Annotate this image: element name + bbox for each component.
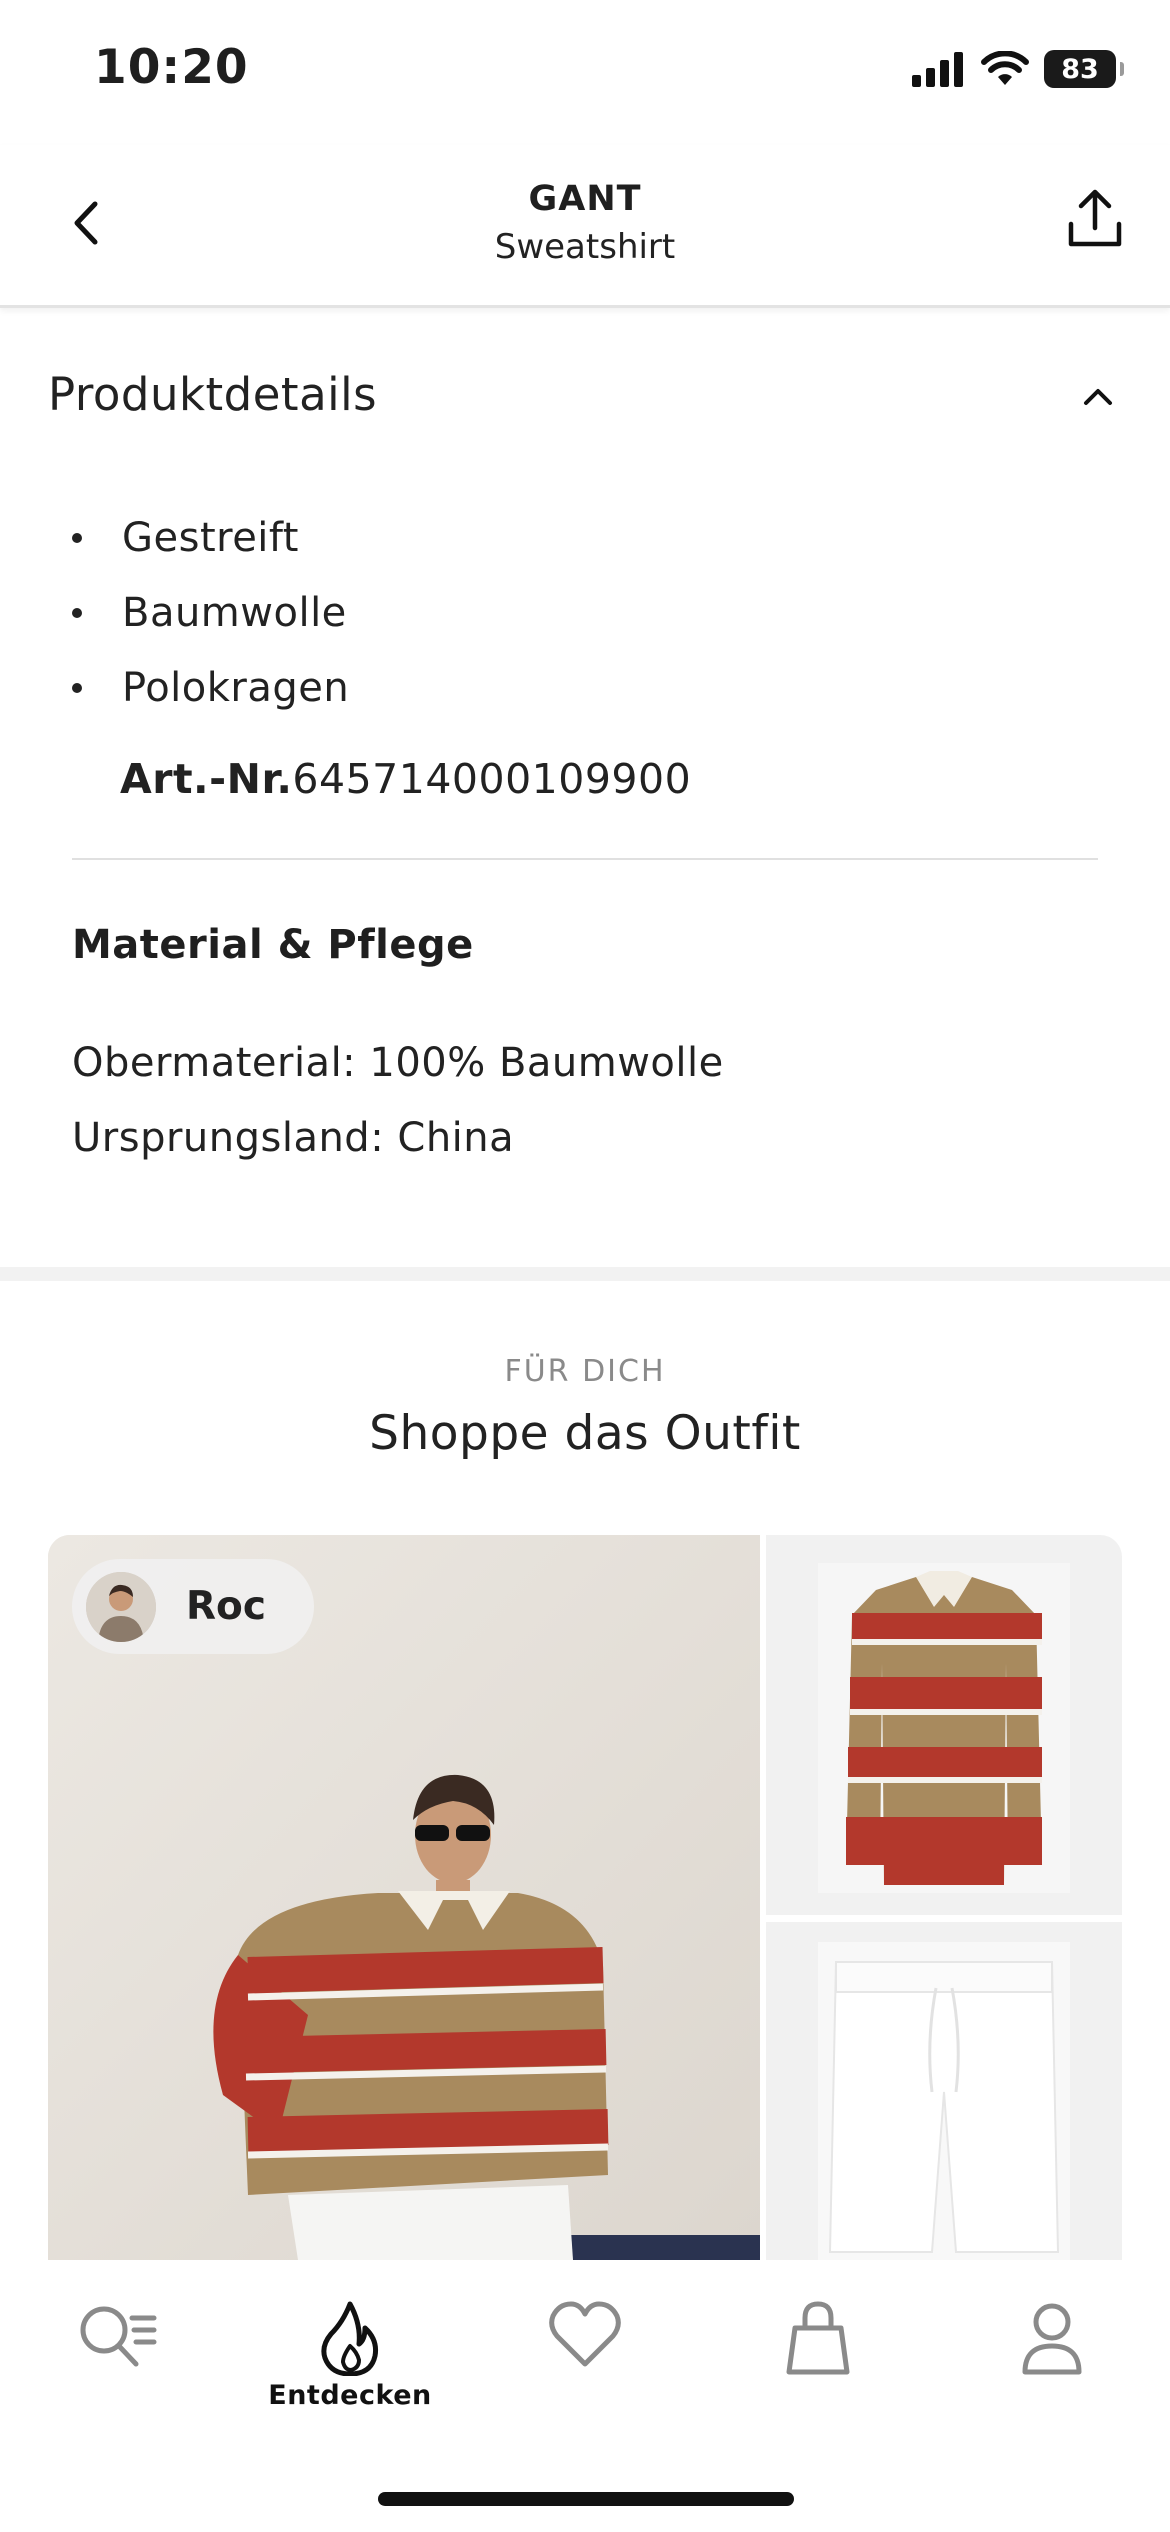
header-titles: GANT Sweatshirt (0, 179, 1170, 267)
bullet-icon (72, 607, 82, 618)
avatar (86, 1571, 156, 1642)
article-number-label: Art.-Nr. (120, 755, 293, 803)
chevron-up-icon (1084, 389, 1112, 405)
feature-text: Baumwolle (122, 589, 347, 636)
outfit-product-sweatshirt[interactable] (766, 1535, 1122, 1915)
product-features-list: Gestreift Baumwolle Polokragen (72, 500, 349, 725)
product-details-title: Produktdetails (48, 368, 378, 421)
wifi-icon (981, 51, 1029, 85)
status-icons: 83 (912, 50, 1124, 88)
avatar-image (86, 1571, 156, 1642)
product-details-toggle[interactable]: Produktdetails (0, 308, 1170, 478)
outfit-product-shorts[interactable] (766, 1922, 1122, 2260)
tab-bag[interactable] (728, 2300, 908, 2420)
home-indicator[interactable] (378, 2492, 794, 2506)
material-composition: Obermaterial: 100% Baumwolle (72, 1040, 724, 1086)
outfit-title: Shoppe das Outfit (369, 1406, 801, 1461)
heart-icon (549, 2301, 621, 2367)
rugby-shirt-image (818, 1563, 1070, 1893)
tab-profile[interactable] (962, 2300, 1142, 2420)
search-list-icon (80, 2306, 157, 2367)
section-separator (0, 1267, 1170, 1281)
status-time: 10:20 (94, 40, 249, 95)
article-number-value: 645714000109900 (292, 755, 692, 803)
signal-icon (912, 52, 963, 87)
country-of-origin: Ursprungsland: China (72, 1115, 515, 1161)
feature-text: Gestreift (122, 514, 299, 561)
battery-indicator: 83 (1044, 50, 1124, 88)
material-care-title: Material & Pflege (72, 922, 474, 968)
bullet-icon (72, 682, 82, 693)
feature-text: Polokragen (122, 664, 350, 711)
profile-icon (1022, 2303, 1082, 2375)
outfit-look-image[interactable]: Roc (48, 1535, 760, 2260)
shopping-bag-icon (786, 2301, 850, 2375)
outfit-eyebrow: FÜR DICH (504, 1354, 666, 1389)
share-button[interactable] (1060, 181, 1130, 257)
article-number: Art.-Nr.645714000109900 (120, 755, 691, 803)
list-item: Gestreift (72, 500, 349, 575)
tab-entdecken[interactable]: Entdecken (260, 2300, 440, 2420)
list-item: Polokragen (72, 650, 349, 725)
product-name: Sweatshirt (494, 227, 676, 267)
list-item: Baumwolle (72, 575, 349, 650)
flame-icon (321, 2301, 378, 2376)
status-bar: 10:20 83 (0, 0, 1170, 145)
white-shorts-image (818, 1942, 1070, 2260)
nav-header: GANT Sweatshirt (0, 145, 1170, 308)
tab-search[interactable] (28, 2300, 208, 2420)
share-icon (1068, 189, 1122, 247)
brand-name: GANT (528, 179, 642, 219)
bullet-icon (72, 532, 82, 543)
tab-label: Entdecken (268, 2380, 432, 2411)
creator-name: Roc (186, 1584, 266, 1629)
divider (72, 858, 1098, 860)
tab-wishlist[interactable] (495, 2300, 675, 2420)
creator-pill[interactable]: Roc (72, 1559, 314, 1654)
